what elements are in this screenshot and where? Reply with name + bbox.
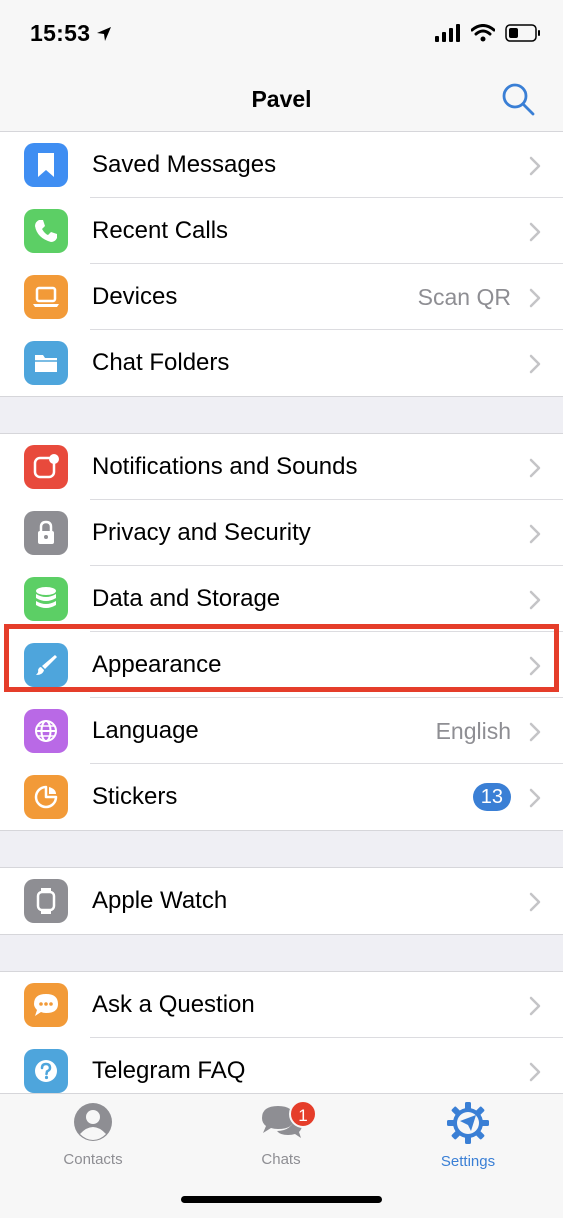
database-icon (24, 577, 68, 621)
home-indicator (181, 1196, 382, 1203)
row-value: English (435, 718, 511, 744)
watch-icon (24, 879, 68, 923)
notification-icon (24, 445, 68, 489)
row-label: Recent Calls (92, 217, 229, 244)
lock-icon (24, 511, 68, 555)
chevron-right-icon (529, 722, 541, 742)
row-ask-question[interactable]: Ask a Question (0, 972, 563, 1038)
globe-icon (24, 709, 68, 753)
chevron-right-icon (529, 222, 541, 242)
tab-contacts[interactable]: Contacts (23, 1102, 163, 1168)
row-label: Saved Messages (92, 151, 277, 178)
location-arrow-icon (97, 26, 112, 41)
chats-unread-badge: 1 (289, 1100, 317, 1128)
row-privacy[interactable]: Privacy and Security (0, 500, 563, 566)
chevron-right-icon (529, 458, 541, 478)
row-devices[interactable]: Devices Scan QR (0, 264, 563, 330)
signal-icon (435, 24, 460, 42)
gear-icon (447, 1102, 489, 1144)
row-label: Appearance (92, 651, 222, 678)
brush-icon (24, 643, 68, 687)
chevron-right-icon (529, 892, 541, 912)
folder-icon (24, 341, 68, 385)
sticker-icon (24, 775, 68, 819)
chevron-right-icon (529, 656, 541, 676)
row-label: Chat Folders (92, 349, 230, 376)
row-label: Ask a Question (92, 991, 255, 1018)
settings-group-3: Apple Watch (0, 867, 563, 935)
page-title: Pavel (251, 86, 312, 112)
tab-chats[interactable]: 1 Chats (211, 1100, 351, 1168)
row-language[interactable]: Language English (0, 698, 563, 764)
phone-icon (24, 209, 68, 253)
chevron-right-icon (529, 788, 541, 808)
person-icon (74, 1103, 112, 1141)
settings-group-1: Saved Messages Recent Calls Devices Scan… (0, 132, 563, 397)
row-recent-calls[interactable]: Recent Calls (0, 198, 563, 264)
chevron-right-icon (529, 156, 541, 176)
row-stickers[interactable]: Stickers 13 (0, 764, 563, 830)
question-icon (24, 1049, 68, 1093)
chevron-right-icon (529, 288, 541, 308)
chevron-right-icon (529, 1062, 541, 1082)
row-label: Language (92, 717, 199, 744)
bookmark-icon (24, 143, 68, 187)
top-bar: 15:53 Pavel (0, 0, 563, 132)
status-time: 15:53 (30, 20, 112, 47)
row-data-storage[interactable]: Data and Storage (0, 566, 563, 632)
wifi-icon (471, 24, 495, 42)
chevron-right-icon (529, 590, 541, 610)
tab-label: Settings (440, 1153, 496, 1170)
laptop-icon (24, 275, 68, 319)
status-icons (435, 24, 541, 42)
row-label: Apple Watch (92, 887, 228, 914)
row-value: Scan QR (417, 284, 511, 310)
row-label: Privacy and Security (92, 519, 311, 546)
settings-group-4: Ask a Question Telegram FAQ (0, 971, 563, 1105)
tab-settings[interactable]: Settings (398, 1102, 538, 1170)
tab-label: Chats (261, 1151, 301, 1168)
chevron-right-icon (529, 524, 541, 544)
row-label: Devices (92, 283, 178, 310)
stickers-count-badge: 13 (472, 783, 511, 811)
chevron-right-icon (529, 354, 541, 374)
settings-group-2: Notifications and Sounds Privacy and Sec… (0, 433, 563, 831)
row-notifications[interactable]: Notifications and Sounds (0, 434, 563, 500)
tab-label: Contacts (63, 1151, 123, 1168)
row-label: Notifications and Sounds (92, 453, 358, 480)
chat-bubble-icon (24, 983, 68, 1027)
settings-list: Saved Messages Recent Calls Devices Scan… (0, 132, 563, 1105)
chevron-right-icon (529, 996, 541, 1016)
row-appearance[interactable]: Appearance (0, 632, 563, 698)
row-saved-messages[interactable]: Saved Messages (0, 132, 563, 198)
row-label: Data and Storage (92, 585, 281, 612)
row-apple-watch[interactable]: Apple Watch (0, 868, 563, 934)
battery-icon (505, 24, 540, 42)
row-chat-folders[interactable]: Chat Folders (0, 330, 563, 396)
row-label: Stickers (92, 783, 178, 810)
search-icon[interactable] (501, 82, 535, 116)
